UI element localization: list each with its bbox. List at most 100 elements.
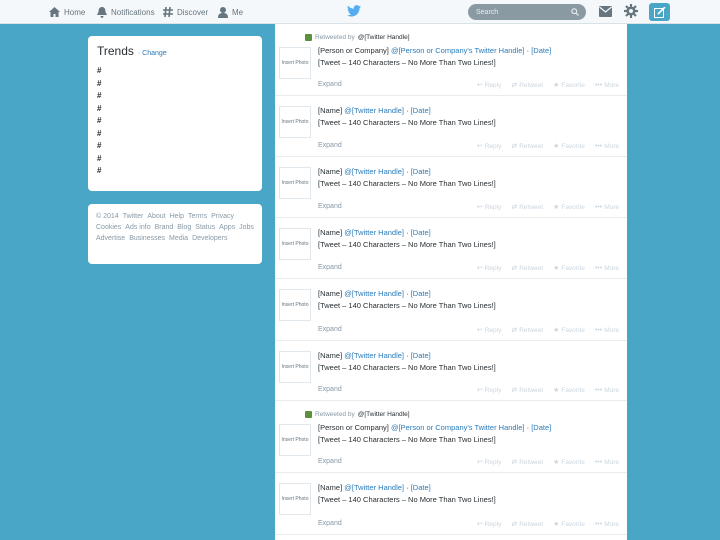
search-input[interactable]: Search xyxy=(468,4,586,20)
tweet-author-name[interactable]: [Name] xyxy=(318,106,342,115)
retweet-button[interactable]: ⇄ Retweet xyxy=(511,203,543,212)
avatar[interactable]: Insert Photo xyxy=(279,424,311,456)
envelope-icon[interactable] xyxy=(599,6,612,17)
nav-notifications[interactable]: Notifications xyxy=(97,4,155,20)
tweet-author-handle[interactable]: @[Twitter Handle] xyxy=(344,106,404,115)
avatar[interactable]: Insert Photo xyxy=(279,167,311,199)
more-button[interactable]: ••• More xyxy=(595,458,619,466)
tweet-item[interactable]: Retweeted by @[Twitter Handle] Insert Ph… xyxy=(275,24,627,96)
favorite-button[interactable]: ★ Favorite xyxy=(553,458,585,467)
trend-item[interactable]: # xyxy=(97,140,253,153)
nav-home[interactable]: Home xyxy=(49,4,85,20)
footer-link[interactable]: About xyxy=(147,211,165,222)
tweet-author-name[interactable]: [Name] xyxy=(318,228,342,237)
more-button[interactable]: ••• More xyxy=(595,386,619,394)
footer-link[interactable]: Ads info xyxy=(125,222,150,233)
footer-link[interactable]: Help xyxy=(170,211,184,222)
reply-button[interactable]: ↩ Reply xyxy=(477,520,502,529)
reply-button[interactable]: ↩ Reply xyxy=(477,386,502,395)
trend-item[interactable]: # xyxy=(97,90,253,103)
tweet-item[interactable]: Retweeted by @[Twitter Handle] Insert Ph… xyxy=(275,401,627,473)
favorite-button[interactable]: ★ Favorite xyxy=(553,81,585,90)
tweet-item[interactable]: Insert Photo [Name] @[Twitter Handle] · … xyxy=(275,341,627,401)
reply-button[interactable]: ↩ Reply xyxy=(477,326,502,335)
expand-link[interactable]: Expand xyxy=(318,264,342,271)
tweet-author-name[interactable]: [Person or Company] xyxy=(318,46,389,55)
footer-link[interactable]: Businesses xyxy=(129,233,165,244)
footer-link[interactable]: Status xyxy=(195,222,215,233)
trend-item[interactable]: # xyxy=(97,65,253,78)
expand-link[interactable]: Expand xyxy=(318,203,342,210)
favorite-button[interactable]: ★ Favorite xyxy=(553,386,585,395)
expand-link[interactable]: Expand xyxy=(318,326,342,333)
twitter-bird-icon[interactable] xyxy=(347,5,361,17)
footer-link[interactable]: Advertise xyxy=(96,233,125,244)
tweet-author-handle[interactable]: @[Twitter Handle] xyxy=(344,483,404,492)
trend-item[interactable]: # xyxy=(97,103,253,116)
tweet-date[interactable]: [Date] xyxy=(531,423,551,432)
reply-button[interactable]: ↩ Reply xyxy=(477,142,502,151)
tweet-item[interactable]: Insert Photo [Name] @[Twitter Handle] · … xyxy=(275,279,627,341)
avatar[interactable]: Insert Photo xyxy=(279,228,311,260)
avatar[interactable]: Insert Photo xyxy=(279,351,311,383)
retweet-button[interactable]: ⇄ Retweet xyxy=(511,81,543,90)
expand-link[interactable]: Expand xyxy=(318,520,342,527)
tweet-author-handle[interactable]: @[Twitter Handle] xyxy=(344,289,404,298)
footer-link[interactable]: Jobs xyxy=(239,222,254,233)
footer-link[interactable]: Blog xyxy=(177,222,191,233)
favorite-button[interactable]: ★ Favorite xyxy=(553,264,585,273)
avatar[interactable]: Insert Photo xyxy=(279,47,311,79)
tweet-author-name[interactable]: [Name] xyxy=(318,351,342,360)
gear-icon[interactable] xyxy=(624,4,638,18)
tweet-date[interactable]: [Date] xyxy=(411,167,431,176)
tweet-item[interactable]: Insert Photo [Name] @[Twitter Handle] · … xyxy=(275,157,627,218)
tweet-author-name[interactable]: [Person or Company] xyxy=(318,423,389,432)
more-button[interactable]: ••• More xyxy=(595,264,619,272)
tweet-author-handle[interactable]: @[Person or Company's Twitter Handle] xyxy=(391,46,525,55)
trend-item[interactable]: # xyxy=(97,153,253,166)
trend-item[interactable]: # xyxy=(97,128,253,141)
trends-change-link[interactable]: · Change xyxy=(138,50,167,57)
tweet-item[interactable]: Insert Photo [Name] @[Twitter Handle] · … xyxy=(275,473,627,535)
footer-link[interactable]: Terms xyxy=(188,211,207,222)
footer-link[interactable]: Media xyxy=(169,233,188,244)
retweet-button[interactable]: ⇄ Retweet xyxy=(511,142,543,151)
tweet-date[interactable]: [Date] xyxy=(531,46,551,55)
nav-discover[interactable]: Discover xyxy=(163,4,208,20)
retweeter-handle[interactable]: @[Twitter Handle] xyxy=(358,411,410,418)
retweeter-handle[interactable]: @[Twitter Handle] xyxy=(358,34,410,41)
compose-tweet-button[interactable] xyxy=(649,3,670,21)
avatar[interactable]: Insert Photo xyxy=(279,289,311,321)
favorite-button[interactable]: ★ Favorite xyxy=(553,520,585,529)
expand-link[interactable]: Expand xyxy=(318,81,342,88)
favorite-button[interactable]: ★ Favorite xyxy=(553,203,585,212)
more-button[interactable]: ••• More xyxy=(595,520,619,528)
footer-link[interactable]: Twitter xyxy=(123,211,144,222)
footer-link[interactable]: Cookies xyxy=(96,222,121,233)
tweet-author-handle[interactable]: @[Twitter Handle] xyxy=(344,351,404,360)
expand-link[interactable]: Expand xyxy=(318,386,342,393)
more-button[interactable]: ••• More xyxy=(595,326,619,334)
more-button[interactable]: ••• More xyxy=(595,81,619,89)
footer-link[interactable]: Brand xyxy=(155,222,174,233)
avatar[interactable]: Insert Photo xyxy=(279,483,311,515)
more-button[interactable]: ••• More xyxy=(595,203,619,211)
retweet-button[interactable]: ⇄ Retweet xyxy=(511,326,543,335)
tweet-author-name[interactable]: [Name] xyxy=(318,483,342,492)
reply-button[interactable]: ↩ Reply xyxy=(477,203,502,212)
tweet-author-name[interactable]: [Name] xyxy=(318,289,342,298)
expand-link[interactable]: Expand xyxy=(318,142,342,149)
footer-link[interactable]: Apps xyxy=(219,222,235,233)
nav-me[interactable]: Me xyxy=(218,4,243,20)
favorite-button[interactable]: ★ Favorite xyxy=(553,142,585,151)
retweet-button[interactable]: ⇄ Retweet xyxy=(511,386,543,395)
search-icon[interactable] xyxy=(571,8,579,16)
retweet-button[interactable]: ⇄ Retweet xyxy=(511,458,543,467)
reply-button[interactable]: ↩ Reply xyxy=(477,458,502,467)
tweet-author-handle[interactable]: @[Twitter Handle] xyxy=(344,228,404,237)
trend-item[interactable]: # xyxy=(97,115,253,128)
retweet-button[interactable]: ⇄ Retweet xyxy=(511,264,543,273)
footer-link[interactable]: Privacy xyxy=(211,211,234,222)
tweet-date[interactable]: [Date] xyxy=(411,351,431,360)
favorite-button[interactable]: ★ Favorite xyxy=(553,326,585,335)
